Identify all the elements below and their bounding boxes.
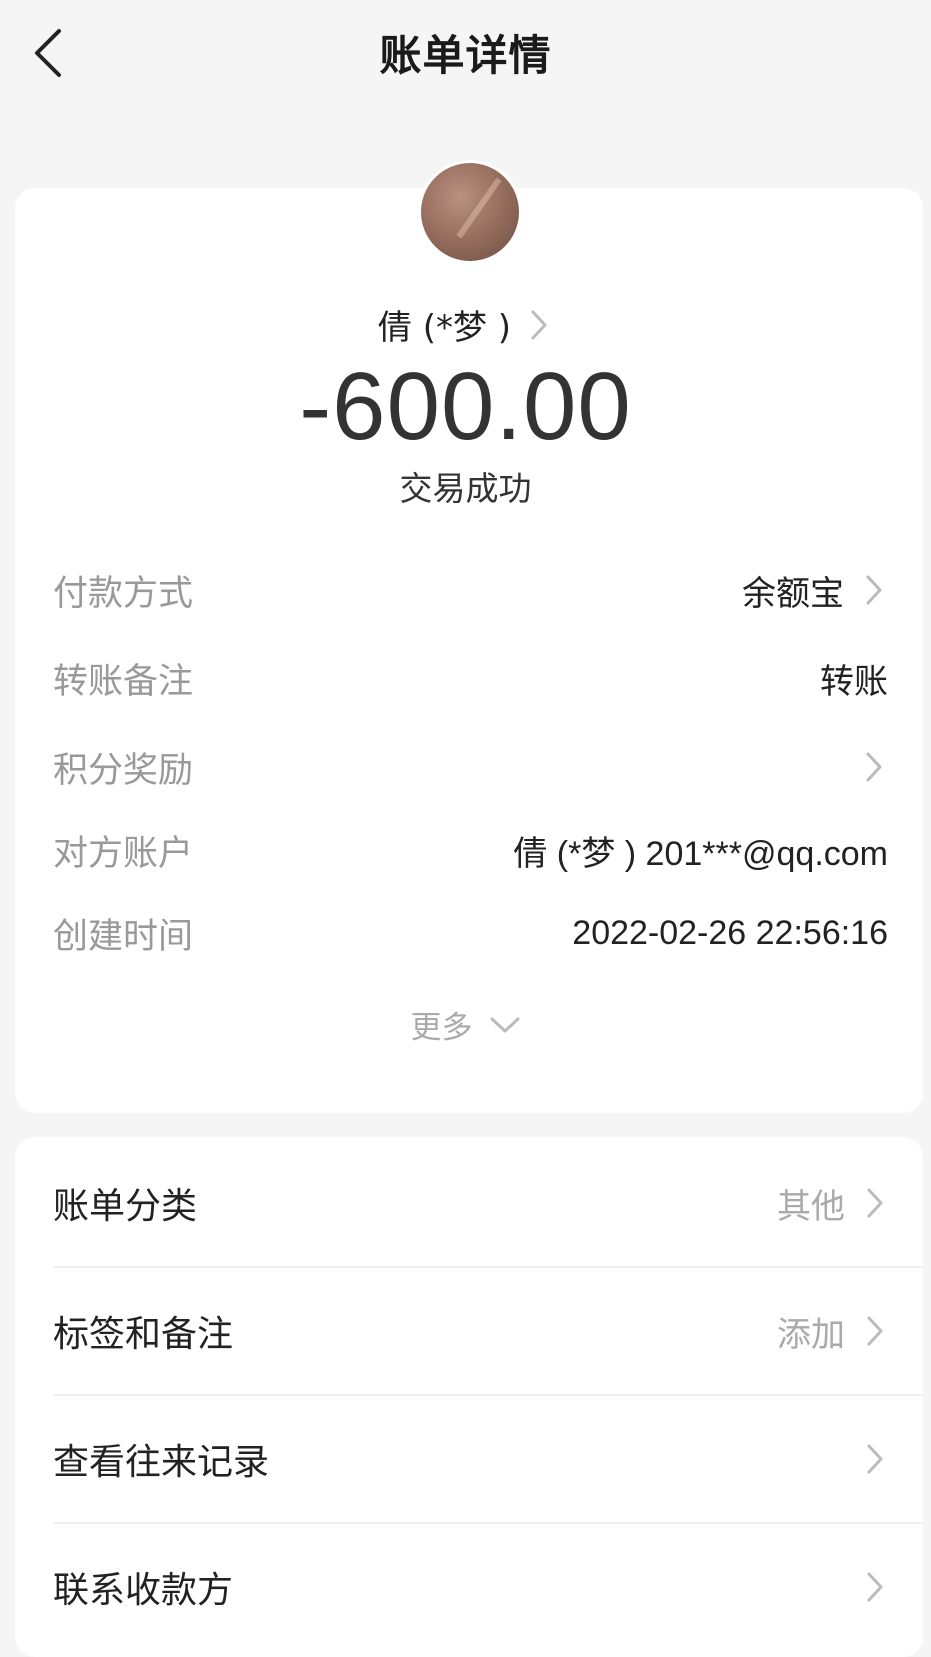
detail-row-created-time: 创建时间 2022-02-26 22:56:16 <box>53 903 888 963</box>
payee-link[interactable]: 倩 (*梦 ) <box>0 300 931 349</box>
avatar[interactable] <box>418 160 522 264</box>
action-label: 联系收款方 <box>53 1570 234 1611</box>
detail-value: 余额宝 <box>742 574 844 613</box>
payee-name: 倩 (*梦 ) <box>377 308 512 348</box>
action-label: 查看往来记录 <box>53 1442 270 1483</box>
detail-label: 付款方式 <box>53 573 194 614</box>
detail-row-counterparty-account: 对方账户 倩 (*梦 ) 201***@qq.com <box>53 820 888 880</box>
chevron-right-icon <box>865 1441 889 1477</box>
avatar-image <box>421 163 519 261</box>
action-value: 添加 <box>777 1314 845 1355</box>
page-title: 账单详情 <box>379 31 552 80</box>
detail-row-points-reward[interactable]: 积分奖励 <box>53 737 888 797</box>
detail-label: 积分奖励 <box>53 750 194 791</box>
detail-value: 转账 <box>820 662 888 701</box>
detail-label: 对方账户 <box>53 833 194 874</box>
chevron-right-icon <box>529 308 553 342</box>
chevron-right-icon <box>864 572 888 608</box>
transaction-status: 交易成功 <box>399 469 532 508</box>
detail-value: 倩 (*梦 ) 201***@qq.com <box>513 834 888 873</box>
transaction-amount: -600.00 <box>299 353 632 460</box>
action-row-contact-payee[interactable]: 联系收款方 <box>15 1524 923 1650</box>
action-row-view-history[interactable]: 查看往来记录 <box>15 1396 923 1522</box>
chevron-right-icon <box>865 1569 889 1605</box>
more-label: 更多 <box>410 1010 473 1046</box>
header: 账单详情 <box>0 0 931 110</box>
chevron-right-icon <box>865 1185 889 1221</box>
chevron-down-icon <box>489 1015 521 1035</box>
action-row-bill-category[interactable]: 账单分类 其他 <box>15 1140 923 1266</box>
action-label: 标签和备注 <box>53 1314 234 1355</box>
more-toggle[interactable]: 更多 <box>0 1002 931 1047</box>
action-label: 账单分类 <box>53 1186 198 1227</box>
detail-row-payment-method[interactable]: 付款方式 余额宝 <box>53 560 888 620</box>
detail-label: 转账备注 <box>53 661 194 702</box>
detail-row-transfer-note: 转账备注 转账 <box>53 648 888 708</box>
detail-label: 创建时间 <box>53 916 194 957</box>
chevron-right-icon <box>864 749 888 785</box>
action-value: 其他 <box>777 1186 845 1227</box>
detail-value: 2022-02-26 22:56:16 <box>572 913 888 952</box>
chevron-right-icon <box>865 1313 889 1349</box>
action-row-tags-notes[interactable]: 标签和备注 添加 <box>15 1268 923 1394</box>
